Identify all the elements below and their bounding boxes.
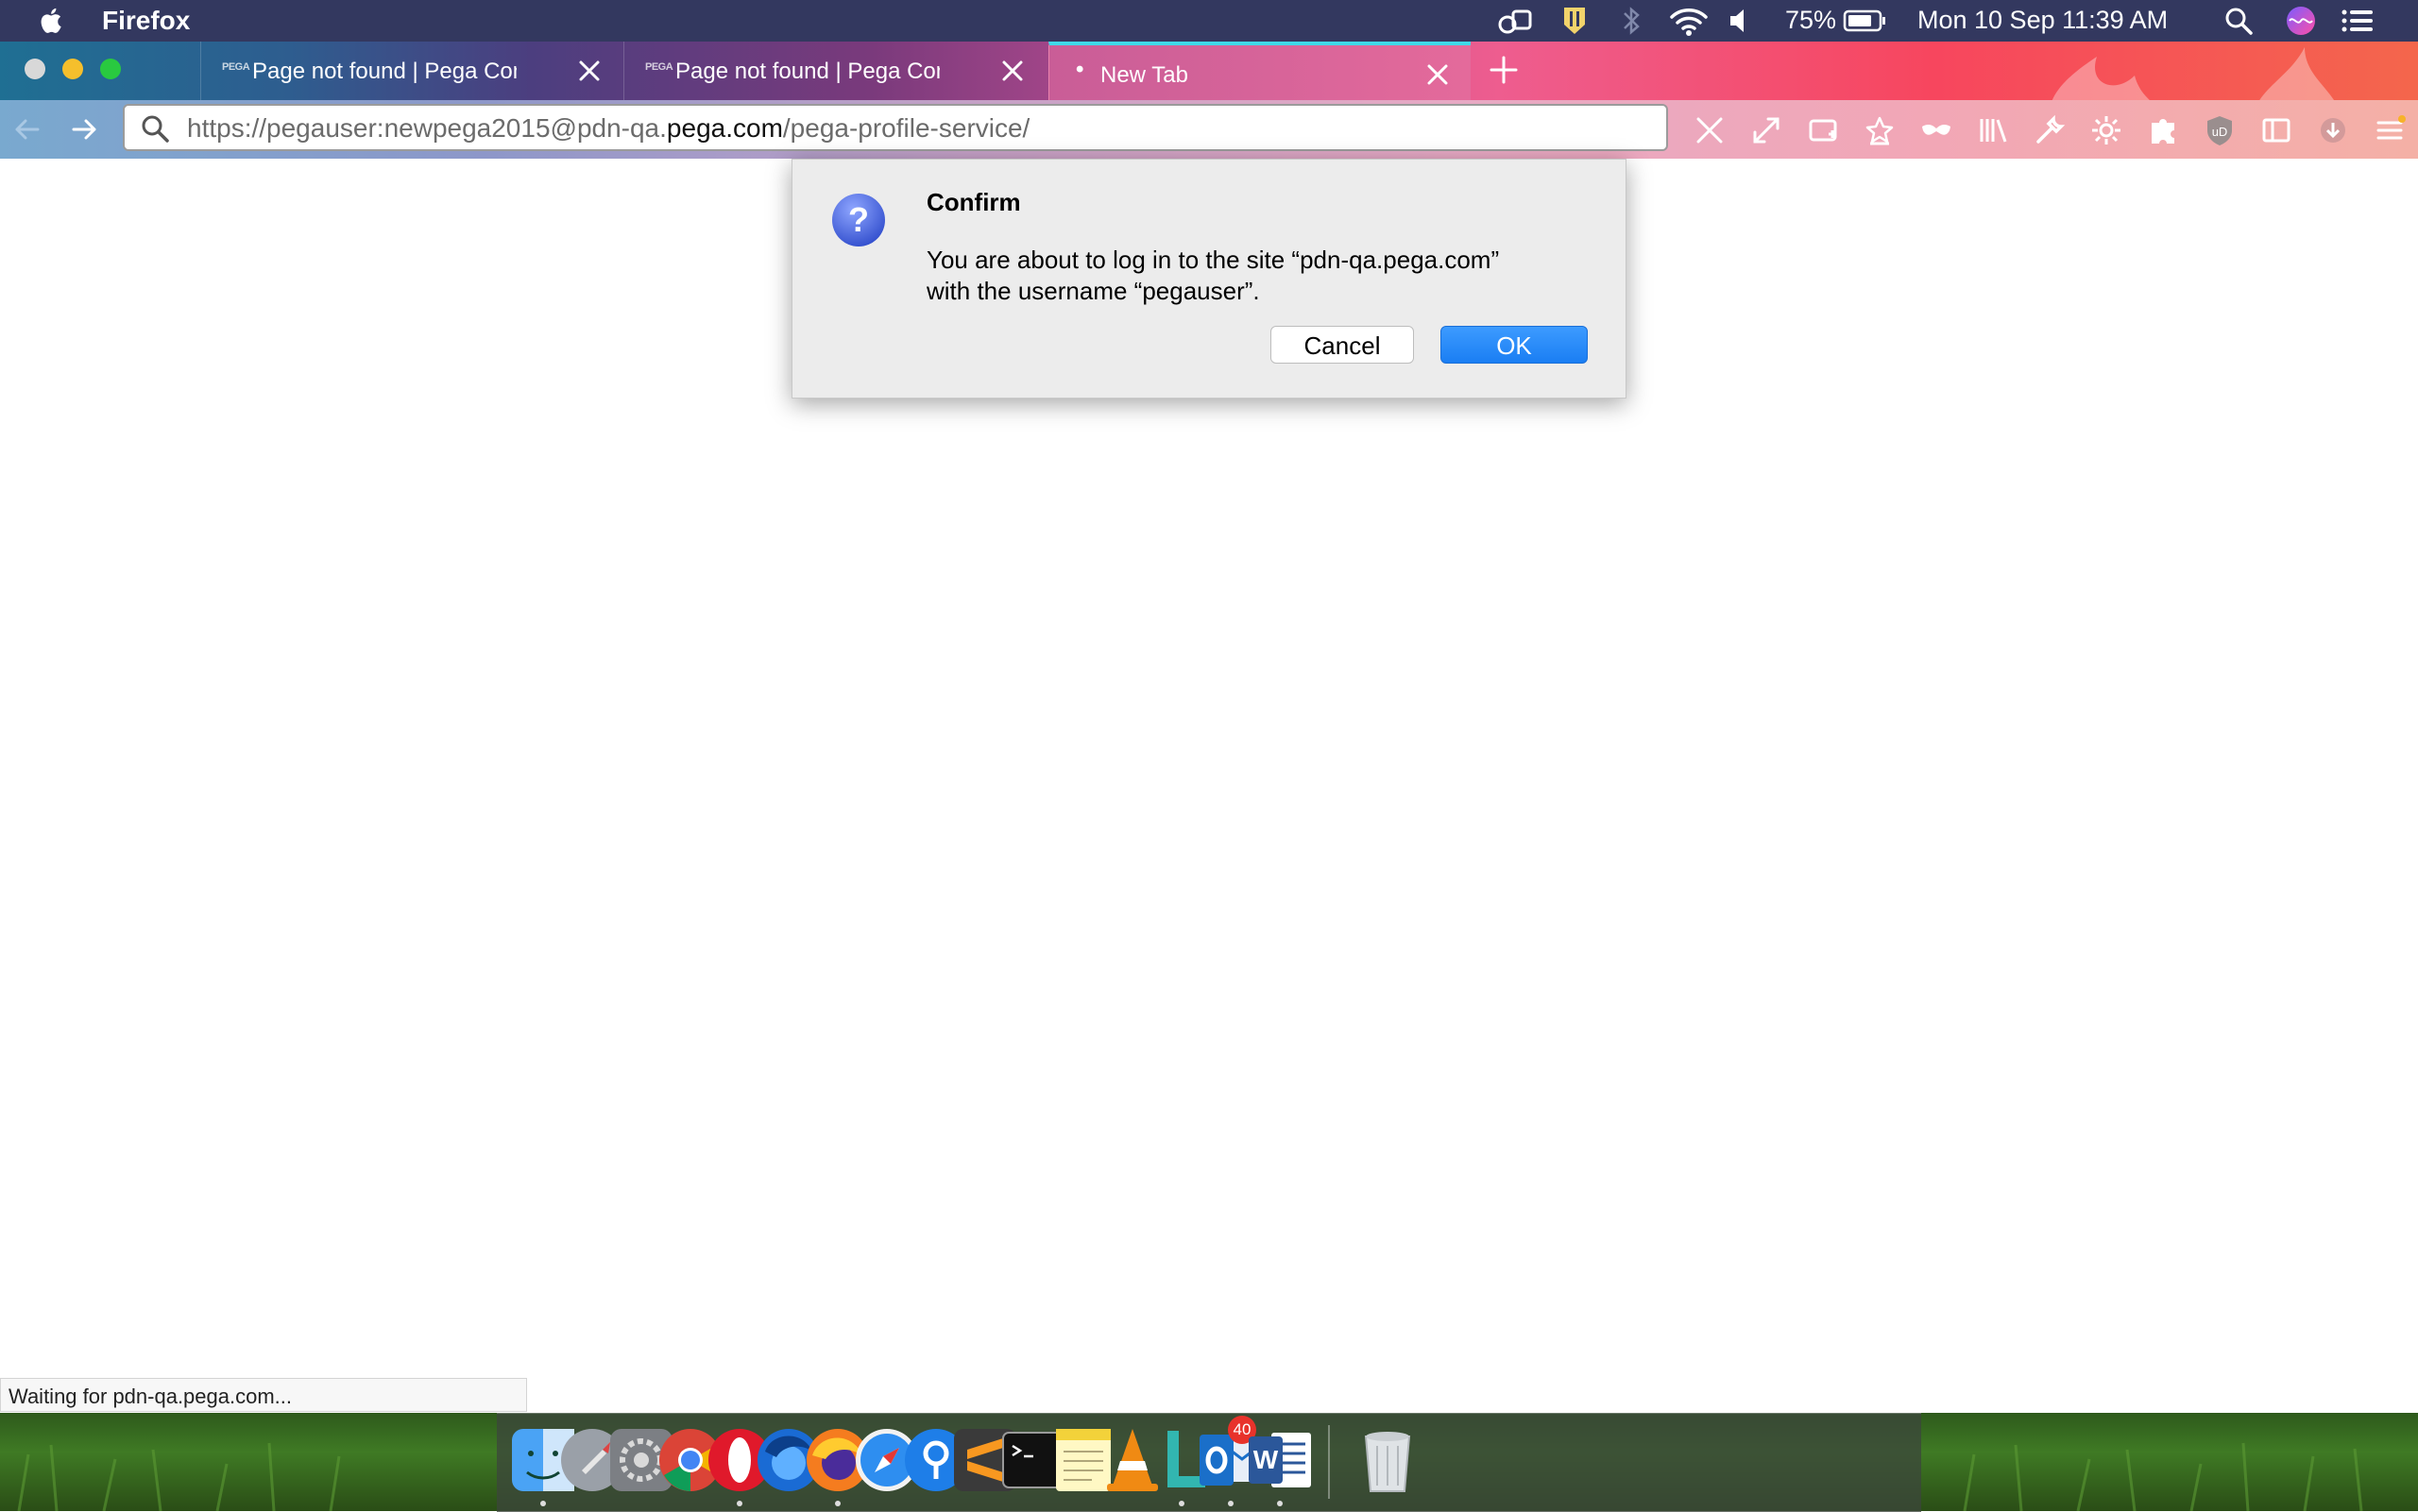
pega-favicon: PEGA (645, 61, 673, 73)
dialog-message-line: with the username “pegauser”. (927, 277, 1260, 305)
library-icon[interactable] (1976, 113, 2010, 147)
battery-percent: 75% (1785, 6, 1837, 34)
download-icon[interactable] (2316, 113, 2350, 147)
tab-pega-2[interactable]: PEGA Page not found | Pega Community (623, 42, 1046, 100)
running-indicator (737, 1501, 742, 1506)
dialog-message: You are about to log in to the site “pdn… (927, 245, 1588, 307)
url-text[interactable]: https://pegauser:newpega2015@pdn-qa.pega… (187, 113, 1030, 144)
spotlight-icon[interactable] (2222, 4, 2256, 38)
back-arrow-icon[interactable] (9, 111, 45, 147)
battery-icon[interactable] (1842, 4, 1887, 38)
dialog-message-line: You are about to log in to the site “pdn… (927, 246, 1500, 274)
tab-strip: PEGA Page not found | Pega Community PEG… (0, 42, 2418, 142)
close-tab-icon[interactable] (1000, 59, 1025, 83)
private-mask-icon[interactable] (1919, 113, 1953, 147)
window-close-button[interactable] (25, 59, 45, 79)
forward-arrow-icon[interactable] (66, 111, 102, 147)
tab-title: Page not found | Pega Community (252, 59, 517, 84)
gear-icon[interactable] (2089, 113, 2123, 147)
svg-text:?: ? (848, 200, 869, 239)
search-icon (142, 115, 169, 143)
url-prefix: https://pegauser:newpega2015@pdn-qa. (187, 113, 667, 143)
url-domain: pega.com (666, 113, 783, 143)
url-suffix: /pega-profile-service/ (782, 113, 1030, 143)
volume-icon[interactable] (1727, 4, 1755, 38)
hamburger-menu-icon[interactable] (2373, 113, 2407, 147)
expand-icon[interactable] (1749, 113, 1783, 147)
tab-new-tab[interactable]: • New Tab (1048, 42, 1471, 100)
close-tab-icon[interactable] (577, 59, 602, 83)
cancel-button[interactable]: Cancel (1270, 326, 1414, 364)
tab-pega-1[interactable]: PEGA Page not found | Pega Community (200, 42, 622, 100)
sidebar-icon[interactable] (2259, 113, 2293, 147)
macos-menu-bar: Firefox 75% Mon 10 Sep 11:39 AM (0, 0, 2418, 42)
tab-title: Page not found | Pega Community (675, 59, 940, 84)
pega-favicon: PEGA (222, 61, 250, 73)
svg-text:W: W (1253, 1445, 1279, 1474)
tab-title: New Tab (1100, 62, 1188, 88)
notification-center-icon[interactable] (2339, 4, 2376, 38)
creative-cloud-icon[interactable] (1494, 4, 1532, 38)
running-indicator (1228, 1501, 1234, 1506)
stop-loading-icon[interactable] (1693, 113, 1727, 147)
menubar-clock[interactable]: Mon 10 Sep 11:39 AM (1917, 6, 2168, 35)
container-tab-icon[interactable] (1806, 113, 1840, 147)
status-panel: Waiting for pdn-qa.pega.com... (0, 1378, 527, 1412)
word-icon[interactable]: W (1243, 1423, 1317, 1497)
wrench-icon[interactable] (2033, 113, 2067, 147)
siri-icon[interactable] (2284, 4, 2318, 38)
question-icon: ? (832, 194, 885, 246)
svg-text:uD: uD (2212, 125, 2228, 139)
navigation-toolbar: https://pegauser:newpega2015@pdn-qa.pega… (0, 100, 2418, 159)
app-menu-name[interactable]: Firefox (102, 6, 190, 36)
new-tab-plus-icon[interactable] (1487, 53, 1521, 87)
dock: 40 W (497, 1413, 1921, 1512)
wifi-icon[interactable] (1668, 4, 1710, 38)
close-tab-icon[interactable] (1425, 62, 1450, 87)
password-manager-icon[interactable] (1560, 4, 1589, 38)
addons-puzzle-icon[interactable] (2146, 113, 2180, 147)
running-indicator (1179, 1501, 1184, 1506)
running-indicator (540, 1501, 546, 1506)
apple-icon[interactable] (36, 5, 68, 37)
bluetooth-icon[interactable] (1617, 4, 1645, 38)
bookmark-star-icon[interactable] (1863, 113, 1897, 147)
window-minimize-button[interactable] (62, 59, 83, 79)
dock-separator (1328, 1425, 1330, 1499)
confirm-login-dialog: ? Confirm You are about to log in to the… (792, 159, 1626, 399)
dialog-title: Confirm (927, 188, 1021, 216)
address-bar[interactable]: https://pegauser:newpega2015@pdn-qa.pega… (123, 104, 1668, 151)
trash-icon[interactable] (1351, 1423, 1424, 1497)
ublock-shield-icon[interactable]: uD (2203, 113, 2237, 147)
ok-button[interactable]: OK (1440, 326, 1588, 364)
window-zoom-button[interactable] (100, 59, 121, 79)
running-indicator (1277, 1501, 1283, 1506)
running-indicator (835, 1501, 841, 1506)
